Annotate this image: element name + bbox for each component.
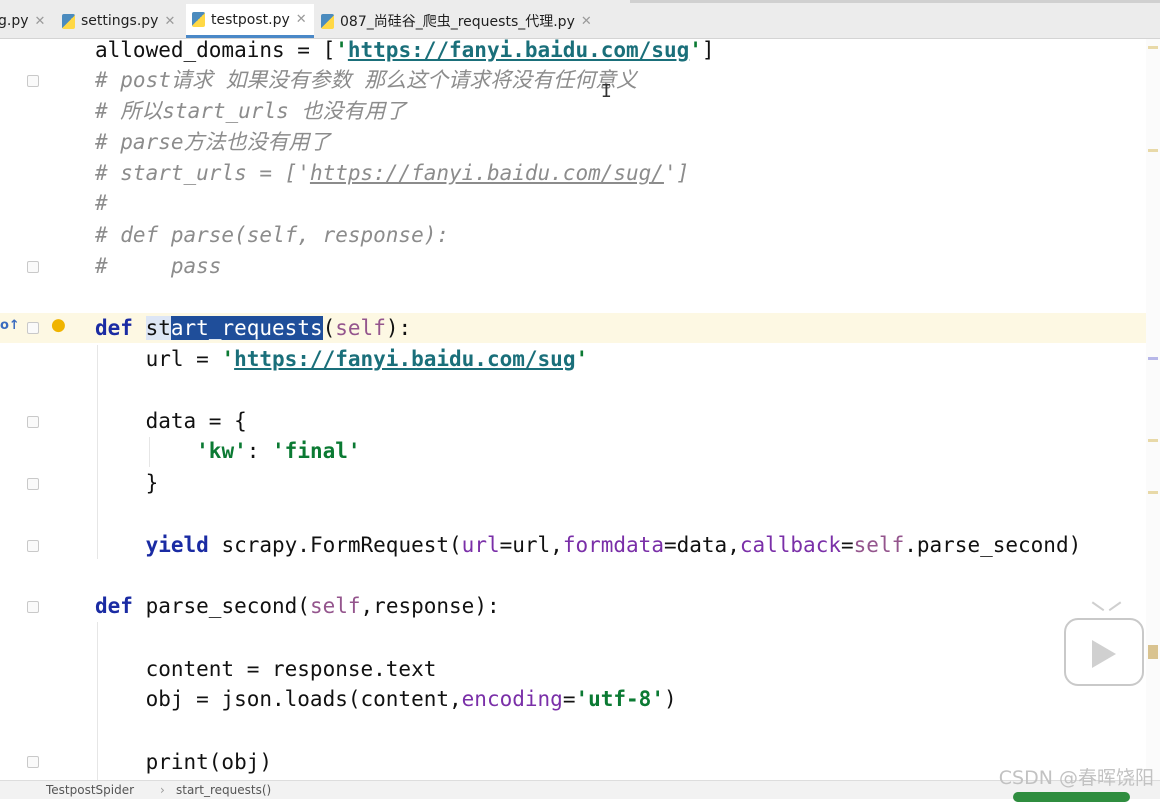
code-comment: # pass bbox=[95, 254, 222, 278]
code-line: obj = json.loads(content,encoding='utf-8… bbox=[95, 687, 677, 711]
selected-text: art_requests bbox=[170, 316, 323, 340]
close-icon[interactable]: ✕ bbox=[164, 14, 175, 29]
watermark: CSDN @春晖饶阳 bbox=[998, 767, 1154, 789]
code-comment: # post请求 如果没有参数 那么这个请求将没有任何意义 bbox=[95, 68, 638, 92]
close-icon[interactable]: ✕ bbox=[581, 14, 592, 29]
breadcrumb-separator: › bbox=[160, 783, 165, 797]
fold-marker-icon[interactable] bbox=[27, 540, 39, 552]
code-line: content = response.text bbox=[95, 657, 437, 681]
breadcrumb-class[interactable]: TestpostSpider bbox=[46, 781, 134, 799]
fold-marker-icon[interactable] bbox=[27, 261, 39, 273]
code-url: https://fanyi.baidu.com/sug bbox=[234, 347, 576, 371]
lightbulb-icon[interactable]: ● bbox=[51, 315, 66, 335]
editor-tab-bar: g.py ✕ settings.py ✕ testpost.py ✕ 087_尚… bbox=[0, 0, 1160, 39]
tab-label: 087_尚硅谷_爬虫_requests_代理.py bbox=[340, 14, 575, 30]
fold-marker-icon[interactable] bbox=[27, 601, 39, 613]
code-line: url = 'https://fanyi.baidu.com/sug' bbox=[95, 347, 589, 371]
python-file-icon bbox=[192, 12, 205, 27]
fold-marker-icon[interactable] bbox=[27, 322, 39, 334]
code-comment: # def parse(self, response): bbox=[95, 223, 450, 247]
fold-marker-icon[interactable] bbox=[27, 75, 39, 87]
code-line-def-start-requests: def start_requests(self): bbox=[95, 316, 412, 340]
code-line-def-parse-second: def parse_second(self,response): bbox=[95, 594, 500, 618]
fold-marker-icon[interactable] bbox=[27, 478, 39, 490]
python-file-icon bbox=[321, 13, 334, 29]
tabbar-edge bbox=[630, 0, 1160, 3]
code-line: } bbox=[95, 471, 159, 495]
text-cursor-icon: I bbox=[601, 81, 612, 102]
play-icon[interactable] bbox=[1064, 618, 1144, 686]
status-indicator bbox=[1013, 792, 1130, 802]
stripe-marker[interactable] bbox=[1148, 645, 1158, 659]
code-line: data = { bbox=[95, 409, 247, 433]
code-line: 'kw': 'final' bbox=[196, 439, 361, 463]
code-comment: # bbox=[95, 191, 108, 215]
stripe-marker[interactable] bbox=[1148, 46, 1158, 49]
editor-gutter[interactable] bbox=[0, 39, 78, 780]
tab-g-py[interactable]: g.py ✕ bbox=[0, 4, 45, 38]
close-icon[interactable]: ✕ bbox=[296, 12, 307, 27]
override-marker-icon[interactable]: o↑ bbox=[0, 318, 20, 333]
code-url: https://fanyi.baidu.com/sug bbox=[347, 38, 690, 62]
tab-label: g.py bbox=[0, 13, 29, 29]
tab-label: settings.py bbox=[81, 13, 159, 29]
tab-settings-py[interactable]: settings.py ✕ bbox=[62, 4, 175, 38]
stripe-marker[interactable] bbox=[1148, 149, 1158, 152]
code-line: print(obj) bbox=[145, 750, 273, 774]
stripe-marker[interactable] bbox=[1148, 439, 1158, 442]
code-line-yield: yield scrapy.FormRequest(url=url,formdat… bbox=[145, 533, 1082, 557]
close-icon[interactable]: ✕ bbox=[35, 14, 46, 29]
breadcrumb-method[interactable]: start_requests() bbox=[176, 781, 271, 799]
tab-testpost-py[interactable]: testpost.py ✕ bbox=[186, 4, 314, 38]
error-stripe[interactable] bbox=[1146, 39, 1160, 780]
code-line: allowed_domains = ['https://fanyi.baidu.… bbox=[95, 38, 715, 62]
fold-marker-icon[interactable] bbox=[27, 416, 39, 428]
code-comment: # 所以start_urls 也没有用了 bbox=[95, 99, 407, 123]
stripe-marker[interactable] bbox=[1148, 357, 1158, 360]
python-file-icon bbox=[62, 13, 75, 29]
tab-087-requests-proxy-py[interactable]: 087_尚硅谷_爬虫_requests_代理.py ✕ bbox=[321, 4, 592, 38]
stripe-marker[interactable] bbox=[1148, 491, 1158, 494]
fold-marker-icon[interactable] bbox=[27, 756, 39, 768]
code-comment: # start_urls = ['https://fanyi.baidu.com… bbox=[95, 161, 690, 185]
code-comment: # parse方法也没有用了 bbox=[95, 130, 331, 154]
breadcrumb: TestpostSpider › start_requests() bbox=[0, 780, 1160, 799]
tab-label: testpost.py bbox=[211, 11, 290, 28]
